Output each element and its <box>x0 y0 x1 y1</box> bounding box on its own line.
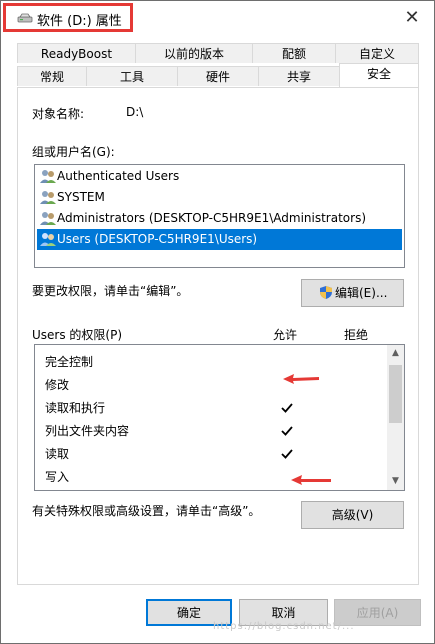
users-group-icon <box>40 191 56 204</box>
tab-row-top: ReadyBoost 以前的版本 配额 自定义 <box>17 43 419 64</box>
tab-label: 安全 <box>366 67 391 81</box>
list-item-system[interactable]: SYSTEM <box>37 187 402 208</box>
perm-row-write: 写入 <box>45 467 69 487</box>
properties-dialog: 软件 (D:) 属性 ✕ ReadyBoost 以前的版本 配额 自定义 常规 … <box>0 0 435 644</box>
cancel-button-label: 取消 <box>271 606 296 620</box>
perm-label: 列出文件夹内容 <box>45 424 130 438</box>
users-group-icon <box>40 233 56 246</box>
edit-hint: 要更改权限，请单击“编辑”。 <box>32 284 189 298</box>
tab-sharing[interactable]: 共享 <box>258 66 340 86</box>
close-button[interactable]: ✕ <box>396 5 428 31</box>
tab-label: 共享 <box>286 70 311 84</box>
perm-row-full-control: 完全控制 <box>45 352 93 372</box>
perm-label: 读取和执行 <box>45 401 106 415</box>
users-group-icon <box>40 212 56 225</box>
tab-hardware[interactable]: 硬件 <box>177 66 259 86</box>
perm-row-read-execute: 读取和执行 <box>45 398 105 418</box>
list-item-label: SYSTEM <box>57 190 105 204</box>
title-bar: 软件 (D:) 属性 ✕ <box>1 1 434 35</box>
tab-customize[interactable]: 自定义 <box>335 43 419 63</box>
deny-column-header: 拒绝 <box>344 328 369 342</box>
edit-button-label: 编辑(E)... <box>335 286 388 300</box>
permissions-header: Users 的权限(P) <box>32 328 123 342</box>
watermark-text: https://blog.csdn.net/... <box>213 621 355 632</box>
advanced-button[interactable]: 高级(V) <box>301 501 404 529</box>
perm-label: 写入 <box>45 470 70 484</box>
edit-button[interactable]: 编辑(E)... <box>301 279 404 307</box>
tab-label: ReadyBoost <box>40 47 113 61</box>
checkmark-icon <box>281 449 293 459</box>
tab-label: 自定义 <box>358 47 395 61</box>
checkmark-icon <box>281 426 293 436</box>
perm-label: 完全控制 <box>45 355 94 369</box>
perm-row-modify: 修改 <box>45 375 69 395</box>
list-item-authenticated-users[interactable]: Authenticated Users <box>37 166 402 187</box>
list-item-users[interactable]: Users (DESKTOP-C5HR9E1\Users) <box>37 229 402 250</box>
tab-label: 配额 <box>281 47 306 61</box>
list-item-label: Administrators (DESKTOP-C5HR9E1\Administ… <box>57 211 367 225</box>
scroll-thumb[interactable] <box>389 365 402 423</box>
annotation-arrow-icon <box>283 374 319 384</box>
tab-row-bottom: 常规 工具 硬件 共享 安全 <box>17 63 419 87</box>
allow-column-header: 允许 <box>273 328 298 342</box>
perm-row-read: 读取 <box>45 444 69 464</box>
tab-label: 常规 <box>39 70 64 84</box>
tab-tools[interactable]: 工具 <box>86 66 178 86</box>
uac-shield-icon <box>320 286 332 299</box>
title-annotation-box <box>3 3 133 32</box>
tab-label: 硬件 <box>205 70 230 84</box>
apply-button-label: 应用(A) <box>356 606 399 620</box>
tab-general[interactable]: 常规 <box>17 66 87 86</box>
advanced-button-label: 高级(V) <box>331 508 374 522</box>
users-group-icon <box>40 170 56 183</box>
list-item-label: Users (DESKTOP-C5HR9E1\Users) <box>57 232 258 246</box>
tab-quota[interactable]: 配额 <box>252 43 336 63</box>
object-name-value: D:\ <box>126 105 144 119</box>
list-item-administrators[interactable]: Administrators (DESKTOP-C5HR9E1\Administ… <box>37 208 402 229</box>
scroll-up-icon[interactable]: ▲ <box>387 345 404 362</box>
list-item-label: Authenticated Users <box>57 169 180 183</box>
scroll-down-icon[interactable]: ▼ <box>387 473 404 490</box>
tab-label: 工具 <box>119 70 144 84</box>
perm-row-list-folder: 列出文件夹内容 <box>45 421 129 441</box>
advanced-hint: 有关特殊权限或高级设置，请单击“高级”。 <box>32 504 261 518</box>
tab-security[interactable]: 安全 <box>339 63 419 87</box>
groups-listbox[interactable]: Authenticated Users SYSTEM Administrator… <box>34 164 405 268</box>
tab-previous-versions[interactable]: 以前的版本 <box>135 43 253 63</box>
tab-label: 以前的版本 <box>163 47 224 61</box>
perm-label: 修改 <box>45 378 70 392</box>
ok-button-label: 确定 <box>176 606 201 620</box>
object-name-label: 对象名称: <box>32 107 85 121</box>
permissions-scrollbar[interactable]: ▲ ▼ <box>387 345 404 490</box>
groups-label: 组或用户名(G): <box>32 145 115 159</box>
close-icon: ✕ <box>404 7 420 28</box>
perm-label: 读取 <box>45 447 70 461</box>
checkmark-icon <box>281 403 293 413</box>
annotation-arrow-icon <box>291 475 331 485</box>
tab-readyboost[interactable]: ReadyBoost <box>17 43 136 63</box>
permissions-list: 完全控制 修改 读取和执行 列出文件夹内容 读取 写入 ▲ ▼ <box>34 344 405 491</box>
